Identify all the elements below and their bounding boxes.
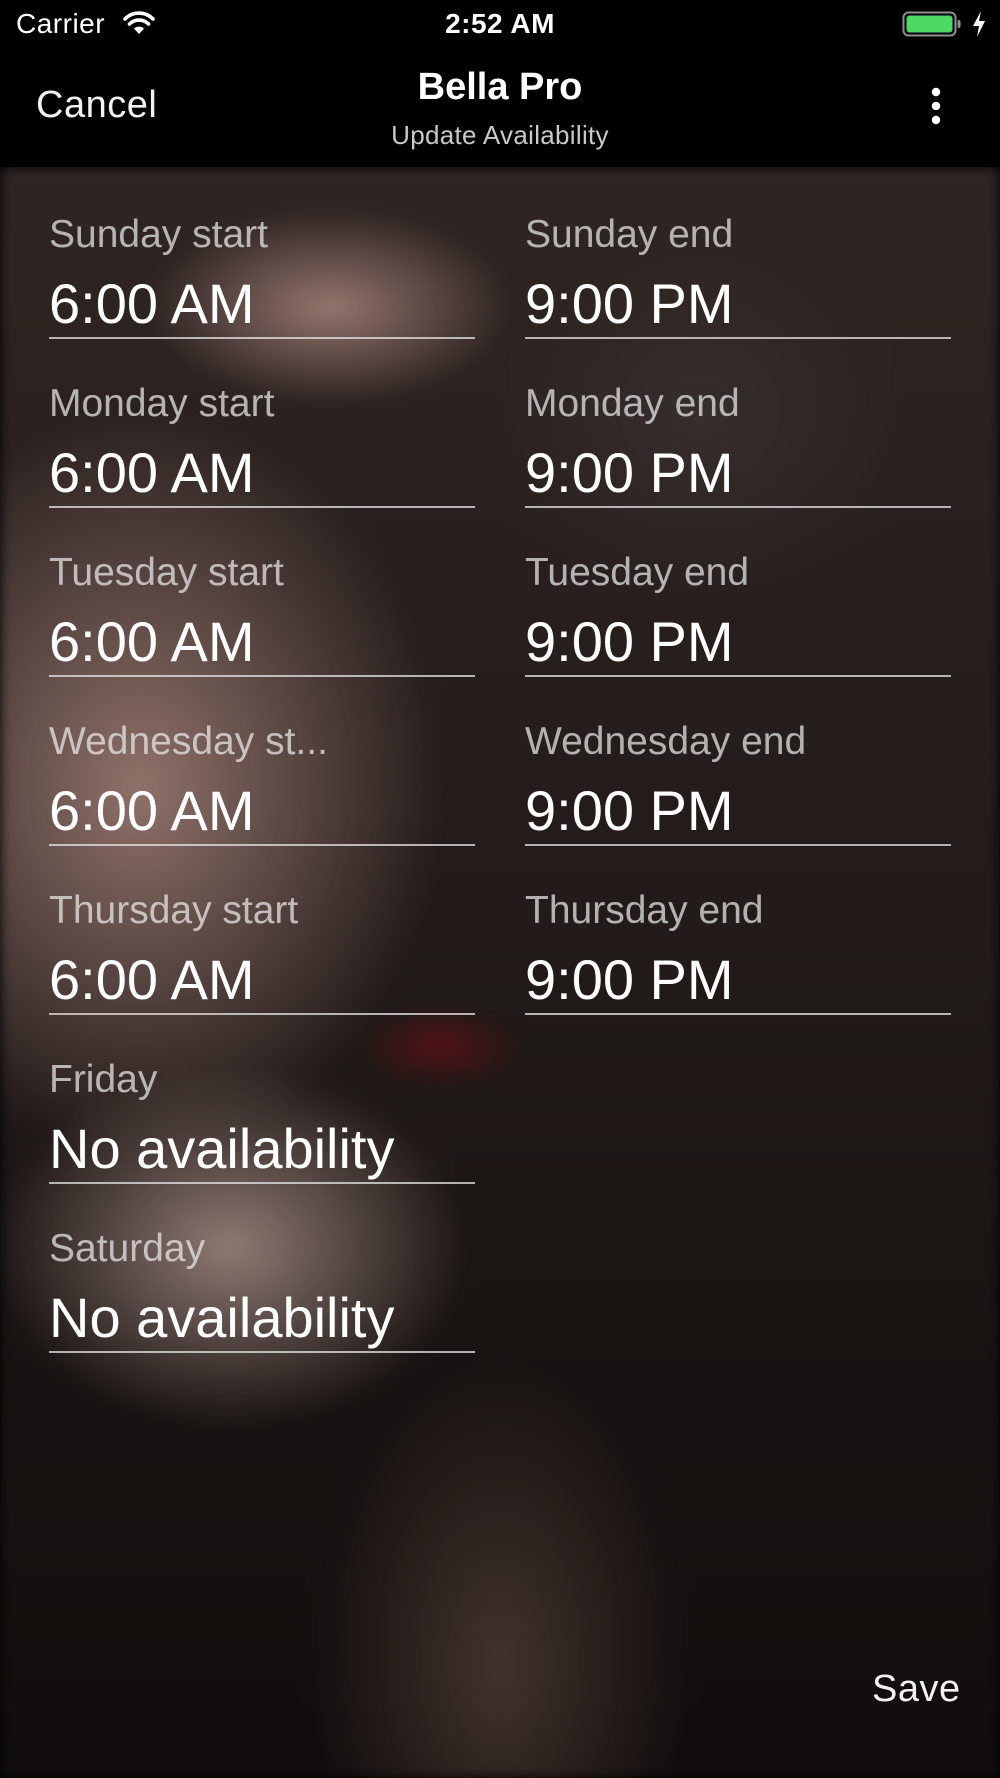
field-value[interactable]: 9:00 PM [525, 947, 734, 1012]
more-vertical-icon[interactable] [918, 84, 954, 132]
wednesday-start-field[interactable]: Wednesday st... 6:00 AM [49, 674, 475, 846]
field-value[interactable]: 9:00 PM [525, 271, 734, 336]
field-label: Tuesday end [525, 551, 750, 594]
field-value[interactable]: 9:00 PM [525, 440, 734, 505]
field-underline [525, 1013, 951, 1015]
field-value[interactable]: 6:00 AM [49, 947, 254, 1012]
thursday-start-field[interactable]: Thursday start 6:00 AM [49, 843, 475, 1015]
sunday-start-field[interactable]: Sunday start 6:00 AM [49, 167, 475, 339]
charging-bolt-icon [973, 11, 985, 37]
field-value[interactable]: No availability [49, 1116, 395, 1181]
wednesday-end-field[interactable]: Wednesday end 9:00 PM [525, 674, 951, 846]
field-value[interactable]: 6:00 AM [49, 440, 254, 505]
field-label: Friday [49, 1058, 158, 1101]
monday-start-field[interactable]: Monday start 6:00 AM [49, 336, 475, 508]
field-value[interactable]: 9:00 PM [525, 609, 734, 674]
battery-icon [902, 11, 961, 37]
sunday-end-field[interactable]: Sunday end 9:00 PM [525, 167, 951, 339]
field-label: Wednesday st... [49, 720, 328, 763]
field-value[interactable]: 6:00 AM [49, 778, 254, 843]
field-label: Sunday end [525, 213, 734, 256]
tuesday-start-field[interactable]: Tuesday start 6:00 AM [49, 505, 475, 677]
tuesday-end-field[interactable]: Tuesday end 9:00 PM [525, 505, 951, 677]
page-subtitle: Update Availability [391, 120, 609, 150]
availability-content: Sunday start 6:00 AM Sunday end 9:00 PM … [0, 167, 1000, 1778]
field-value[interactable]: No availability [49, 1285, 395, 1350]
field-label: Sunday start [49, 213, 268, 256]
field-label: Wednesday end [525, 720, 807, 763]
thursday-end-field[interactable]: Thursday end 9:00 PM [525, 843, 951, 1015]
field-label: Saturday [49, 1227, 206, 1270]
field-label: Thursday end [525, 889, 764, 932]
nav-bar: Cancel Bella Pro Update Availability [0, 50, 1000, 167]
field-underline [49, 1351, 475, 1353]
field-label: Thursday start [49, 889, 299, 932]
field-label: Monday end [525, 382, 740, 425]
saturday-field[interactable]: Saturday No availability [49, 1181, 475, 1353]
screen: Carrier 2:52 AM Cancel Bella Pro Update … [0, 0, 1000, 1778]
save-button[interactable]: Save [872, 1668, 961, 1711]
field-value[interactable]: 9:00 PM [525, 778, 734, 843]
friday-field[interactable]: Friday No availability [49, 1012, 475, 1184]
status-time: 2:52 AM [445, 8, 555, 39]
page-title: Bella Pro [417, 66, 583, 108]
field-label: Monday start [49, 382, 275, 425]
status-bar: Carrier 2:52 AM [0, 0, 1000, 50]
field-label: Tuesday start [49, 551, 284, 594]
field-value[interactable]: 6:00 AM [49, 609, 254, 674]
field-value[interactable]: 6:00 AM [49, 271, 254, 336]
monday-end-field[interactable]: Monday end 9:00 PM [525, 336, 951, 508]
